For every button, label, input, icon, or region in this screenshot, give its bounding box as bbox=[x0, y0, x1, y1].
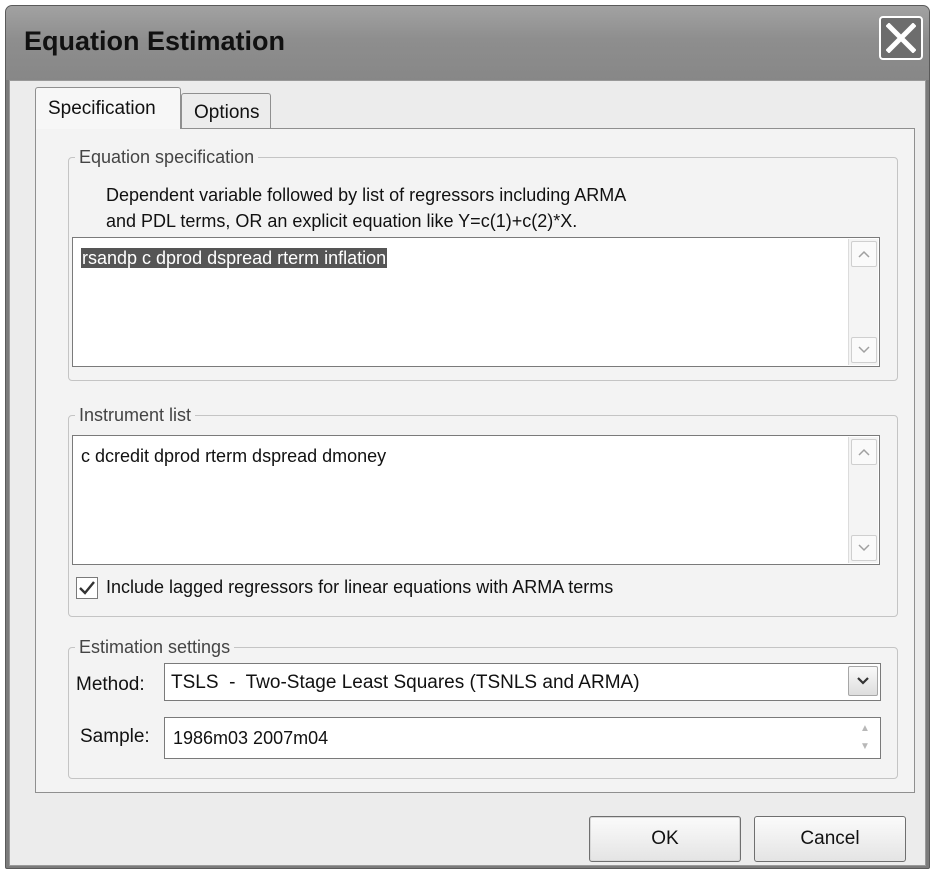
scroll-up-icon[interactable] bbox=[851, 439, 877, 465]
sample-label: Sample: bbox=[80, 726, 150, 747]
sample-value: 1986m03 2007m04 bbox=[173, 728, 329, 748]
checkmark-icon bbox=[79, 581, 95, 595]
instrument-scrollbar[interactable] bbox=[848, 437, 878, 563]
equation-description-line1: Dependent variable followed by list of r… bbox=[106, 185, 627, 205]
equation-scrollbar[interactable] bbox=[848, 239, 878, 365]
scroll-down-icon[interactable] bbox=[851, 535, 877, 561]
sample-input[interactable]: 1986m03 2007m04 ▲ ▼ bbox=[164, 717, 881, 759]
window-title: Equation Estimation bbox=[24, 26, 286, 56]
instrument-list-input[interactable]: c dcredit dprod rterm dspread dmoney bbox=[72, 435, 880, 565]
include-lagged-regressors-label: Include lagged regressors for linear equ… bbox=[106, 577, 614, 597]
instrument-list-text: c dcredit dprod rterm dspread dmoney bbox=[81, 446, 387, 466]
close-icon bbox=[886, 23, 916, 53]
method-dropdown[interactable]: TSLS - Two-Stage Least Squares (TSNLS an… bbox=[164, 663, 881, 701]
dropdown-button[interactable] bbox=[848, 666, 878, 696]
chevron-down-icon bbox=[857, 677, 869, 685]
tab-options[interactable]: Options bbox=[181, 93, 271, 129]
instrument-list-legend: Instrument list bbox=[79, 405, 192, 425]
tab-specification-label: Specification bbox=[48, 98, 156, 119]
close-button[interactable] bbox=[879, 16, 923, 60]
title-bar[interactable]: Equation Estimation bbox=[6, 6, 929, 80]
estimation-settings-legend: Estimation settings bbox=[79, 637, 231, 657]
method-label: Method: bbox=[76, 674, 145, 695]
equation-estimation-dialog: Equation Estimation Specification Option… bbox=[5, 5, 930, 869]
equation-specification-text: rsandp c dprod dspread rterm inflation bbox=[81, 248, 388, 268]
tab-options-label: Options bbox=[194, 102, 260, 123]
cancel-button[interactable]: Cancel bbox=[754, 816, 906, 862]
dialog-client-area: Specification Options Equation specifica… bbox=[9, 80, 926, 866]
spin-down-icon[interactable]: ▼ bbox=[852, 739, 878, 755]
equation-specification-legend: Equation specification bbox=[79, 147, 255, 167]
ok-button[interactable]: OK bbox=[589, 816, 741, 862]
tab-specification[interactable]: Specification bbox=[35, 87, 181, 129]
scroll-up-icon[interactable] bbox=[851, 241, 877, 267]
equation-specification-input[interactable]: rsandp c dprod dspread rterm inflation bbox=[72, 237, 880, 367]
include-lagged-regressors-checkbox[interactable] bbox=[76, 577, 98, 599]
spin-up-icon[interactable]: ▲ bbox=[852, 721, 878, 737]
method-selected-value: TSLS - Two-Stage Least Squares (TSNLS an… bbox=[171, 672, 640, 693]
scroll-down-icon[interactable] bbox=[851, 337, 877, 363]
equation-description-line2: and PDL terms, OR an explicit equation l… bbox=[106, 211, 578, 231]
specification-panel: Equation specification Dependent variabl… bbox=[35, 128, 915, 793]
